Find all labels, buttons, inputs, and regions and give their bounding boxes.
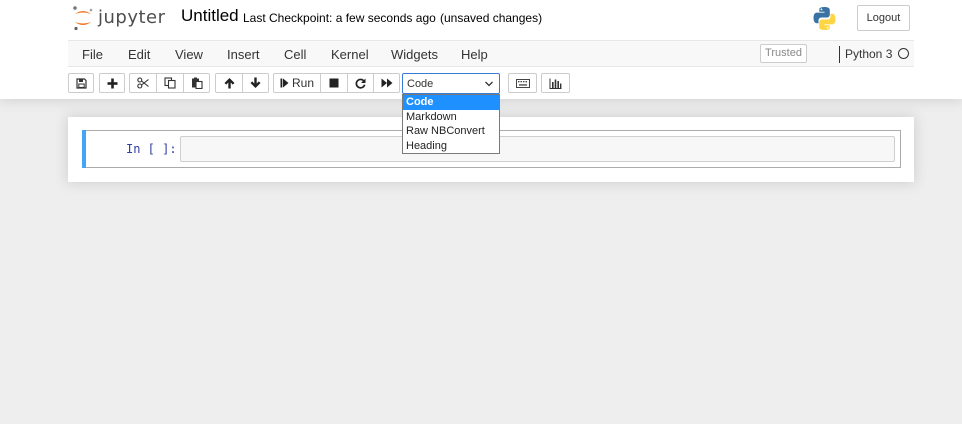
cell-type-select[interactable]: Code xyxy=(402,73,500,94)
menu-kernel[interactable]: Kernel xyxy=(331,47,369,62)
cell-type-dropdown-list: Code Markdown Raw NBConvert Heading xyxy=(402,94,500,154)
cell-selection-bar xyxy=(82,130,86,168)
copy-cells-button[interactable] xyxy=(156,73,184,93)
save-checkpoint-button[interactable] xyxy=(68,73,94,93)
plus-icon xyxy=(107,78,117,88)
menu-cell[interactable]: Cell xyxy=(284,47,306,62)
menu-edit[interactable]: Edit xyxy=(128,47,150,62)
cell-type-option-raw-nbconvert[interactable]: Raw NBConvert xyxy=(403,124,499,139)
arrow-up-icon xyxy=(224,78,234,89)
paste-cells-button[interactable] xyxy=(183,73,210,93)
run-label: Run xyxy=(291,76,314,90)
chevron-down-icon xyxy=(485,81,493,87)
scissors-icon xyxy=(137,77,149,89)
cell-toolbar-button[interactable] xyxy=(541,73,570,93)
restart-kernel-button[interactable] xyxy=(347,73,374,93)
insert-cell-below-button[interactable] xyxy=(99,73,125,93)
jupyter-logo[interactable]: jupyter xyxy=(72,5,166,31)
fast-forward-icon xyxy=(381,78,392,88)
logout-button[interactable]: Logout xyxy=(857,5,910,31)
bar-chart-icon xyxy=(549,78,562,89)
kernel-idle-indicator-icon xyxy=(898,48,909,59)
command-palette-button[interactable] xyxy=(508,73,537,93)
cell-type-option-code[interactable]: Code xyxy=(403,95,499,110)
header: jupyter Untitled Last Checkpoint: a few … xyxy=(0,0,962,99)
run-button[interactable]: Run xyxy=(273,73,321,93)
cell-type-option-markdown[interactable]: Markdown xyxy=(403,110,499,125)
menu-widgets[interactable]: Widgets xyxy=(391,47,438,62)
python-logo-icon xyxy=(813,7,836,30)
arrow-down-icon xyxy=(250,77,261,88)
autosave-status: (unsaved changes) xyxy=(440,11,543,25)
paste-icon xyxy=(191,77,203,89)
kernel-divider xyxy=(839,46,840,63)
cell-prompt: In [ ]: xyxy=(126,142,177,156)
cut-cells-button[interactable] xyxy=(129,73,157,93)
kernel-name: Python 3 xyxy=(845,47,893,61)
trusted-indicator[interactable]: Trusted xyxy=(760,44,807,63)
move-cells-down-button[interactable] xyxy=(242,73,269,93)
stop-icon xyxy=(329,78,339,88)
move-cells-up-button[interactable] xyxy=(215,73,243,93)
notebook-name[interactable]: Untitled xyxy=(181,6,239,26)
interrupt-kernel-button[interactable] xyxy=(320,73,348,93)
menu-view[interactable]: View xyxy=(175,47,203,62)
logo-text: jupyter xyxy=(98,6,166,28)
cell-input-editor[interactable] xyxy=(180,136,895,162)
cell-type-value: Code xyxy=(407,78,434,90)
menu-file[interactable]: File xyxy=(82,47,103,62)
menu-insert[interactable]: Insert xyxy=(227,47,260,62)
jupyter-logo-icon xyxy=(73,6,93,31)
keyboard-icon xyxy=(515,78,530,88)
floppy-disk-icon xyxy=(75,77,87,89)
copy-icon xyxy=(164,77,176,89)
menu-help[interactable]: Help xyxy=(461,47,488,62)
last-checkpoint: Last Checkpoint: a few seconds ago xyxy=(243,11,436,25)
cell-type-option-heading[interactable]: Heading xyxy=(403,139,499,154)
step-forward-icon xyxy=(280,78,289,88)
restart-run-all-button[interactable] xyxy=(373,73,400,93)
redo-icon xyxy=(355,78,366,89)
